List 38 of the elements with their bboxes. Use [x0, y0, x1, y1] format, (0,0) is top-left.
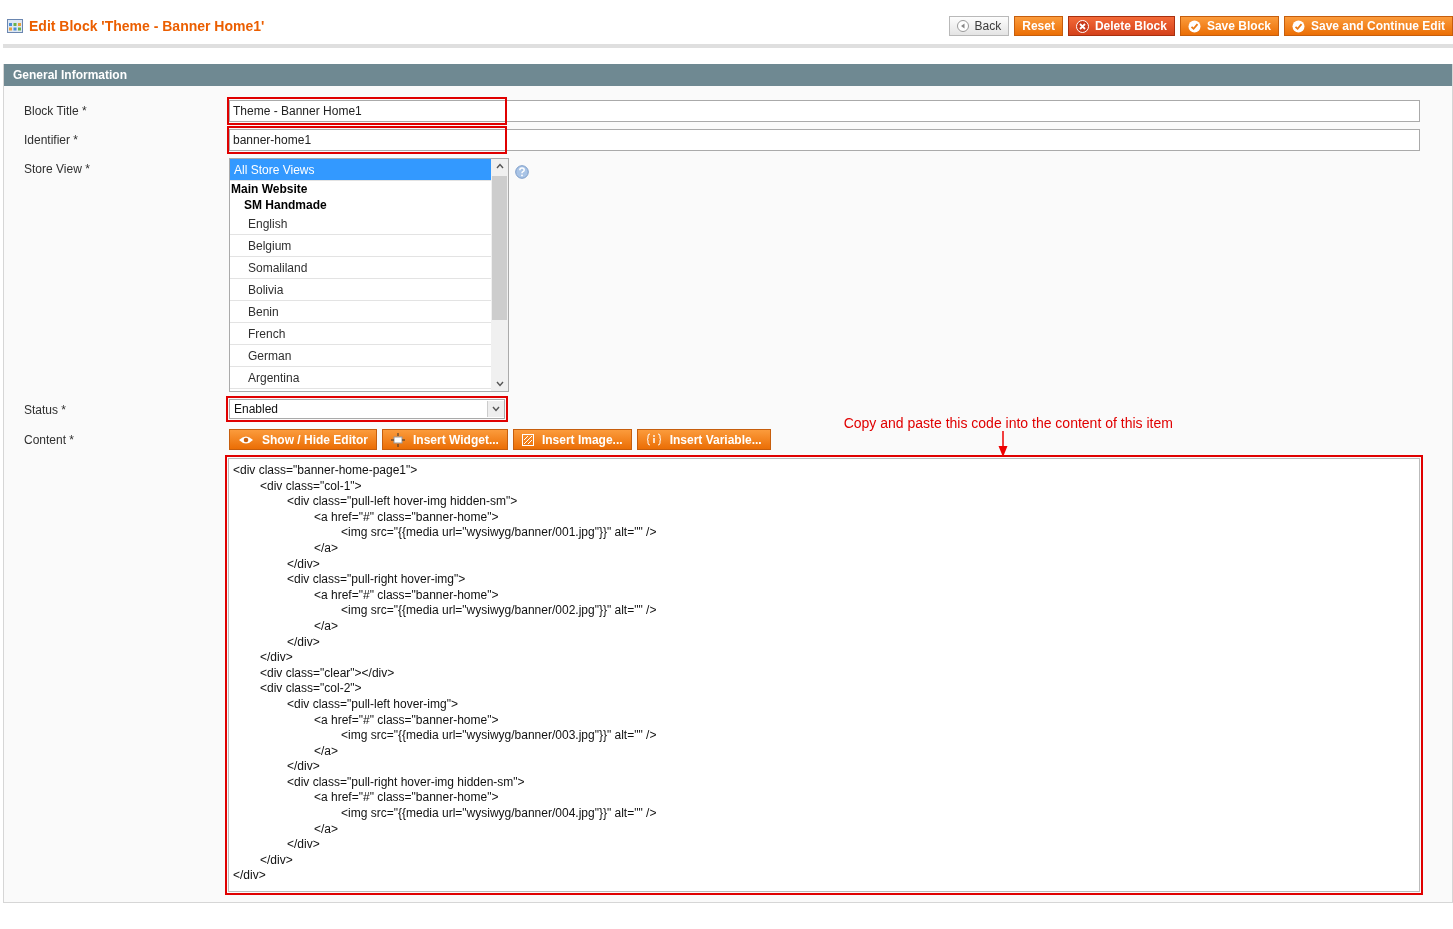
action-button[interactable]: Delete Block [1067, 16, 1175, 36]
page-title: Edit Block 'Theme - Banner Home1' [29, 18, 265, 34]
identifier-field[interactable]: banner-home1 [229, 129, 1420, 151]
list-option[interactable]: Bolivia [230, 279, 491, 301]
section-header: General Information [4, 64, 1452, 86]
field-label: Store View * [24, 161, 91, 176]
content-code-field[interactable]: <div class="banner-home-page1"> <div class="col-1"> <div class="pull-left hover-img hidden-sm"> <a href="#" class="banner-home"> <img src="{{media url="wysiwyg/banner/001.jpg"}}" alt="" /> </a> </div> <div class="pull-right hover-img"> <a href="#" class="banner-home"> <img src="{{media url="wysiwyg/banner/002.jpg"}}" alt="" /> </a> </div> </div> <div class="clear"></div> <div class="col-2"> <div class="pull-left hover-img"> <a href="#" class="banner-home"> <img src="{{media url="wysiwyg/banner/003.jpg"}}" alt="" /> </a> </div> <div class="pull-right hover-img hidden-sm"> <a href="#" class="banner-home"> <img src="{{media url="wysiwyg/banner/004.jpg"}}" alt="" /> </a> </div> </div> </div> [228, 458, 1420, 892]
list-option[interactable]: English [230, 213, 491, 235]
action-button[interactable]: Back [948, 16, 1010, 36]
caret-icon [492, 406, 500, 412]
widget-icon [391, 432, 405, 447]
grid-icon [7, 19, 23, 33]
field-label: Status * [24, 402, 68, 417]
check-icon [1292, 19, 1305, 33]
image-icon [521, 433, 534, 446]
block-title-field[interactable]: Theme - Banner Home1 [229, 100, 1420, 122]
scroll-down-icon[interactable] [495, 381, 504, 387]
list-option[interactable]: Somaliland [230, 257, 491, 279]
annotation-text: Copy and paste this code into the content of this item [843, 415, 1173, 431]
eye-icon [238, 434, 254, 445]
field-label: Content * [24, 432, 76, 447]
list-group-label: Main Website [230, 181, 309, 197]
status-select[interactable]: Enabled [229, 399, 505, 419]
scroll-up-icon[interactable] [495, 163, 504, 169]
store-view-list[interactable]: All Store Views Main Website SM Handmade English Belgium Somaliland Bolivia Benin French German Argentina [229, 158, 509, 392]
list-group-label: SM Handmade [243, 197, 328, 213]
field-label: Block Title * [24, 103, 88, 118]
variable-icon [645, 433, 662, 446]
list-option[interactable]: German [230, 345, 491, 367]
check-icon [1187, 19, 1201, 33]
list-option[interactable]: Belgium [230, 235, 491, 257]
annotation-arrow [997, 431, 1008, 457]
list-option[interactable]: French [230, 323, 491, 345]
scrollbar[interactable] [491, 159, 508, 391]
delete-icon [1075, 19, 1089, 33]
list-option[interactable]: Benin [230, 301, 491, 323]
list-option[interactable]: Argentina [230, 367, 491, 389]
field-label: Identifier * [24, 132, 80, 147]
